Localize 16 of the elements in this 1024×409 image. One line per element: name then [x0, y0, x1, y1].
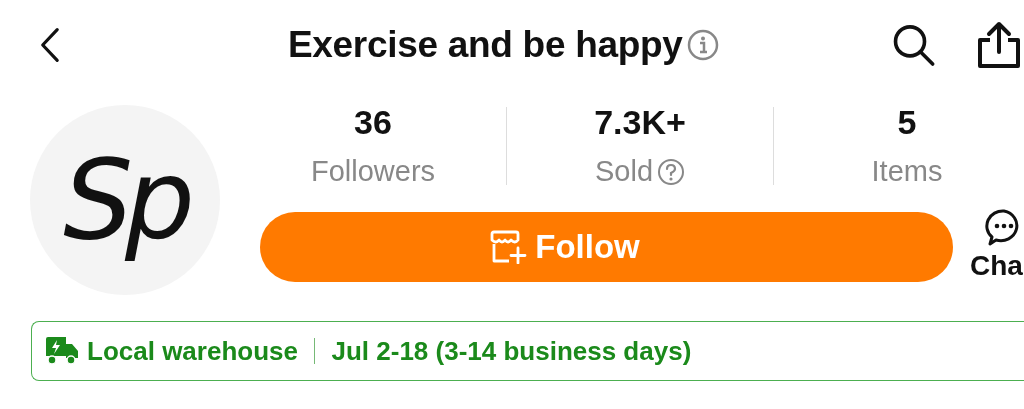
back-icon[interactable]	[40, 26, 60, 64]
stat-label: Items	[871, 157, 943, 186]
help-icon[interactable]	[657, 157, 685, 186]
stat-label: Sold	[594, 157, 653, 186]
store-logo: Sp	[30, 105, 220, 295]
stat-value: 5	[897, 105, 917, 139]
shipping-label: Local warehouse	[87, 334, 298, 368]
stat-value: 7.3K+	[594, 105, 686, 139]
store-title: Exercise and be happy	[287, 23, 683, 68]
delivery-estimate: Jul 2-18 (3-14 business days)	[331, 334, 692, 368]
info-icon[interactable]	[686, 29, 719, 61]
stat-value: 36	[354, 105, 392, 139]
stat-label: Followers	[310, 157, 436, 186]
chat-label[interactable]: Cha	[970, 252, 1023, 280]
truck-icon	[45, 336, 79, 366]
store-add-icon	[489, 230, 528, 264]
